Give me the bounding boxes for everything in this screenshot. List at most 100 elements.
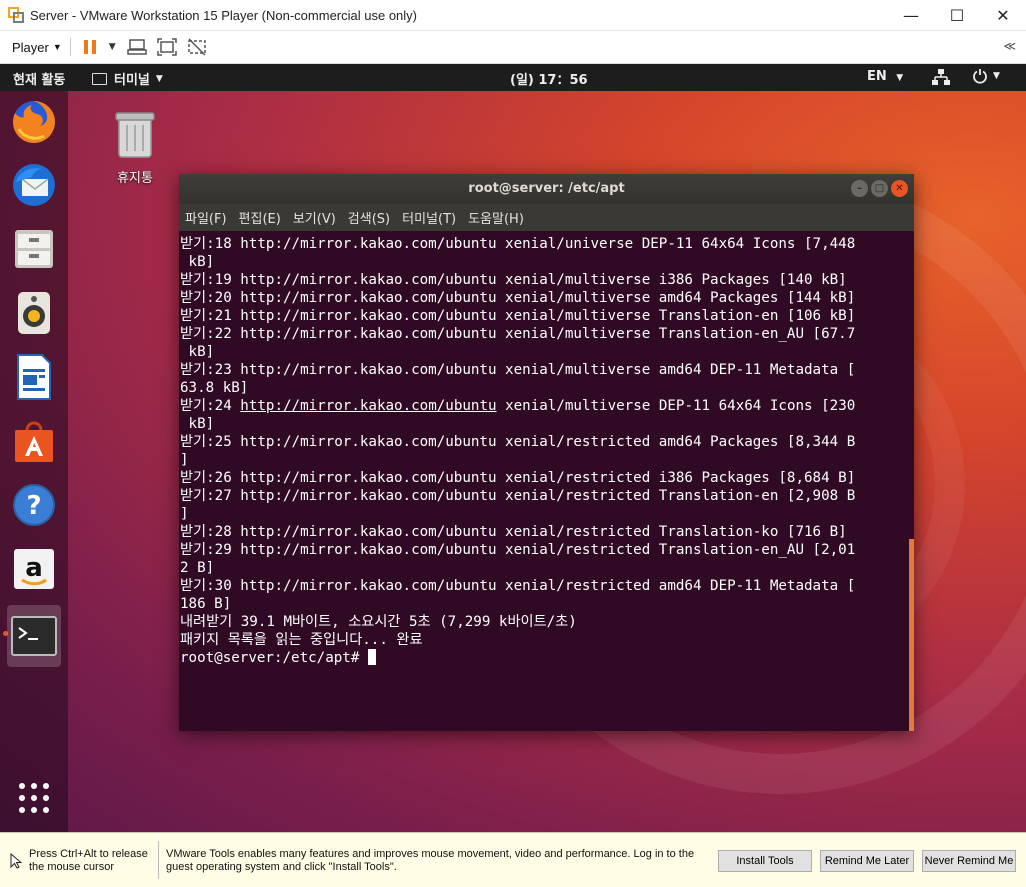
terminal-title: root@server: /etc/apt xyxy=(468,181,625,196)
software-center-icon xyxy=(15,421,53,462)
terminal-window[interactable]: root@server: /etc/apt – □ ✕ 파일(F) 편집(E) … xyxy=(179,174,914,731)
pause-dropdown-icon[interactable]: ▼ xyxy=(109,42,116,52)
status-divider xyxy=(158,841,159,879)
menu-search[interactable]: 검색(S) xyxy=(348,208,390,227)
dock-item-firefox[interactable] xyxy=(7,94,61,150)
terminal-line: 받기:24 http://mirror.kakao.com/ubuntu xen… xyxy=(180,397,908,415)
terminal-icon xyxy=(11,616,57,656)
terminal-line: 받기:23 http://mirror.kakao.com/ubuntu xen… xyxy=(180,362,856,378)
terminal-line: kB] xyxy=(180,416,215,432)
show-applications-icon[interactable] xyxy=(17,781,51,815)
dock-item-files[interactable] xyxy=(7,221,61,277)
terminal-prompt-line[interactable]: root@server:/etc/apt# xyxy=(180,649,908,667)
terminal-line: 받기:22 http://mirror.kakao.com/ubuntu xen… xyxy=(180,326,856,342)
terminal-maximize-button[interactable]: □ xyxy=(871,180,888,197)
app-menu-button[interactable]: 터미널 ▼ xyxy=(92,69,163,88)
menu-view[interactable]: 보기(V) xyxy=(293,208,336,227)
terminal-line: 받기:29 http://mirror.kakao.com/ubuntu xen… xyxy=(180,542,856,558)
input-language-menu[interactable]: EN ▼ xyxy=(867,69,903,84)
terminal-minimize-button[interactable]: – xyxy=(851,180,868,197)
activities-button[interactable]: 현재 활동 xyxy=(13,69,65,88)
terminal-line: 63.8 kB] xyxy=(180,380,249,396)
amazon-icon: a xyxy=(14,549,54,589)
terminal-line: 내려받기 39.1 M바이트, 소요시간 5초 (7,299 k바이트/초) xyxy=(180,614,577,630)
dock-item-terminal[interactable] xyxy=(7,605,61,667)
hovered-url-link[interactable]: http://mirror.kakao.com/ubuntu xyxy=(240,398,496,414)
player-menu-button[interactable]: Player ▼ xyxy=(12,40,62,55)
close-icon: ✕ xyxy=(895,182,904,194)
shell-prompt: root@server:/etc/apt# xyxy=(180,650,368,666)
terminal-line: 받기:30 http://mirror.kakao.com/ubuntu xen… xyxy=(180,578,856,594)
vmware-window-title: Server - VMware Workstation 15 Player (N… xyxy=(30,7,417,23)
terminal-title-bar[interactable]: root@server: /etc/apt – □ ✕ xyxy=(179,174,914,204)
guest-screen[interactable]: 현재 활동 터미널 ▼ (일) 17：56 EN ▼ ▼ ? a 휴지통 roo… xyxy=(0,64,1026,832)
dock-item-rhythmbox[interactable] xyxy=(7,285,61,341)
never-remind-button[interactable]: Never Remind Me xyxy=(922,850,1016,872)
dock-item-thunderbird[interactable] xyxy=(7,157,61,213)
collapse-toolbar-icon[interactable]: ≪ xyxy=(1003,39,1016,53)
mouse-pointer-icon xyxy=(10,853,22,869)
files-icon xyxy=(15,230,53,268)
language-label: EN xyxy=(867,69,887,84)
menu-edit[interactable]: 편집(E) xyxy=(239,208,281,227)
install-tools-button[interactable]: Install Tools xyxy=(718,850,812,872)
terminal-scrollbar[interactable] xyxy=(909,539,914,731)
clock[interactable]: (일) 17：56 xyxy=(510,69,588,88)
pause-icon[interactable] xyxy=(79,36,101,58)
network-icon[interactable] xyxy=(932,69,950,85)
tools-message-line: VMware Tools enables many features and i… xyxy=(166,848,695,860)
svg-text:?: ? xyxy=(26,491,41,521)
terminal-line: 받기:21 http://mirror.kakao.com/ubuntu xen… xyxy=(180,308,856,324)
terminal-line: 받기:20 http://mirror.kakao.com/ubuntu xen… xyxy=(180,290,856,306)
maximize-icon: ☐ xyxy=(949,6,965,25)
minimize-button[interactable]: — xyxy=(888,0,934,31)
fullscreen-icon[interactable] xyxy=(156,36,178,58)
mouse-release-hint: Press Ctrl+Alt to release the mouse curs… xyxy=(29,848,154,874)
terminal-line: kB] xyxy=(180,254,215,270)
menu-help[interactable]: 도움말(H) xyxy=(468,208,524,227)
vmware-title-bar: Server - VMware Workstation 15 Player (N… xyxy=(0,0,1026,31)
mouse-hint-line: Press Ctrl+Alt to release xyxy=(29,848,148,860)
dock-item-software[interactable] xyxy=(7,413,61,469)
thunderbird-icon xyxy=(13,164,55,206)
help-icon: ? xyxy=(13,484,55,526)
menu-file[interactable]: 파일(F) xyxy=(185,208,227,227)
dock-item-writer[interactable] xyxy=(7,349,61,405)
terminal-window-controls: – □ ✕ xyxy=(851,180,908,197)
terminal-close-button[interactable]: ✕ xyxy=(891,180,908,197)
chevron-down-icon: ▼ xyxy=(52,42,62,52)
remind-later-button[interactable]: Remind Me Later xyxy=(820,850,914,872)
terminal-line: ] xyxy=(180,506,189,522)
dock-item-help[interactable]: ? xyxy=(7,477,61,533)
chevron-down-icon: ▼ xyxy=(155,73,163,84)
close-button[interactable]: ✕ xyxy=(980,0,1026,31)
toolbar-divider xyxy=(69,38,71,56)
chevron-down-icon: ▼ xyxy=(993,71,1000,81)
menu-terminal[interactable]: 터미널(T) xyxy=(402,208,456,227)
unity-icon[interactable] xyxy=(186,36,208,58)
dock: ? a xyxy=(0,91,68,832)
terminal-small-icon xyxy=(92,72,107,85)
terminal-menu-bar: 파일(F) 편집(E) 보기(V) 검색(S) 터미널(T) 도움말(H) xyxy=(179,204,914,231)
libreoffice-writer-icon xyxy=(17,354,51,400)
firefox-icon xyxy=(12,101,55,143)
terminal-output[interactable]: 받기:18 http://mirror.kakao.com/ubuntu xen… xyxy=(179,231,908,731)
terminal-line: 받기:28 http://mirror.kakao.com/ubuntu xen… xyxy=(180,524,847,540)
trash-icon xyxy=(115,112,155,158)
terminal-line: 받기:19 http://mirror.kakao.com/ubuntu xen… xyxy=(180,272,847,288)
line-suffix: xenial/multiverse DEP-11 64x64 Icons [23… xyxy=(496,398,856,414)
send-ctrl-alt-del-icon[interactable] xyxy=(126,36,148,58)
vmware-notification-bar: Press Ctrl+Alt to release the mouse curs… xyxy=(0,832,1026,887)
terminal-line: ] xyxy=(180,452,189,468)
dock-item-amazon[interactable]: a xyxy=(7,541,61,597)
system-menu[interactable]: ▼ xyxy=(972,68,1000,84)
power-icon xyxy=(973,69,987,84)
text-cursor xyxy=(367,649,376,665)
maximize-button[interactable]: ☐ xyxy=(934,0,980,31)
terminal-line: 패키지 목록을 읽는 중입니다... 완료 xyxy=(180,632,423,648)
desktop-trash[interactable]: 휴지통 xyxy=(104,109,166,186)
player-menu-label: Player xyxy=(12,39,49,55)
svg-text:a: a xyxy=(25,553,43,583)
terminal-line: 받기:27 http://mirror.kakao.com/ubuntu xen… xyxy=(180,488,856,504)
chevron-down-icon: ▼ xyxy=(896,73,904,83)
